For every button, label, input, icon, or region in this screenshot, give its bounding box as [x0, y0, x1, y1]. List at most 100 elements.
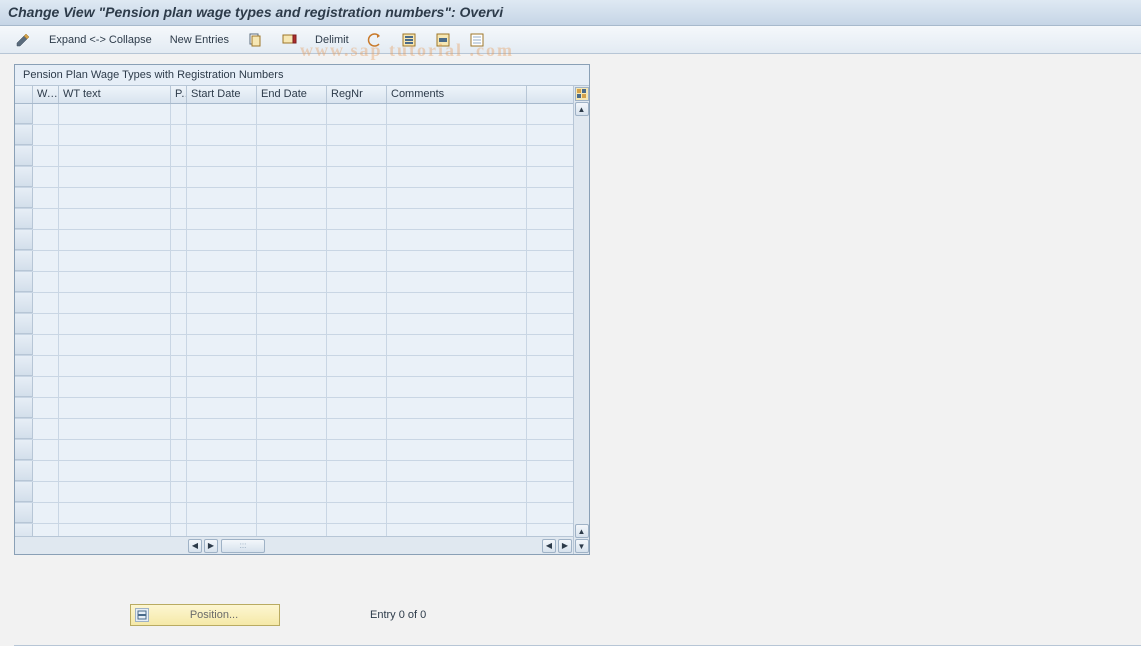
cell-p[interactable] — [171, 482, 187, 502]
cell-w[interactable] — [33, 524, 59, 536]
row-selector[interactable] — [15, 419, 33, 439]
row-selector[interactable] — [15, 230, 33, 250]
cell-comments[interactable] — [387, 482, 527, 502]
cell-wt-text[interactable] — [59, 482, 171, 502]
cell-wt-text[interactable] — [59, 167, 171, 187]
cell-p[interactable] — [171, 524, 187, 536]
cell-w[interactable] — [33, 188, 59, 208]
row-selector[interactable] — [15, 356, 33, 376]
cell-w[interactable] — [33, 230, 59, 250]
vscroll-up-button[interactable]: ▲ — [575, 102, 589, 116]
cell-p[interactable] — [171, 209, 187, 229]
row-selector[interactable] — [15, 524, 33, 536]
cell-start-date[interactable] — [187, 146, 257, 166]
vscroll-up2-button[interactable]: ▲ — [575, 524, 589, 538]
row-selector[interactable] — [15, 503, 33, 523]
cell-wt-text[interactable] — [59, 188, 171, 208]
cell-start-date[interactable] — [187, 104, 257, 124]
cell-wt-text[interactable] — [59, 251, 171, 271]
cell-wt-text[interactable] — [59, 335, 171, 355]
cell-start-date[interactable] — [187, 314, 257, 334]
cell-end-date[interactable] — [257, 125, 327, 145]
column-header-regnr[interactable]: RegNr — [327, 86, 387, 103]
row-selector[interactable] — [15, 482, 33, 502]
cell-p[interactable] — [171, 104, 187, 124]
cell-start-date[interactable] — [187, 230, 257, 250]
hscroll-left-button[interactable]: ◀ — [188, 539, 202, 553]
cell-regnr[interactable] — [327, 125, 387, 145]
cell-p[interactable] — [171, 503, 187, 523]
cell-end-date[interactable] — [257, 104, 327, 124]
cell-p[interactable] — [171, 440, 187, 460]
cell-w[interactable] — [33, 104, 59, 124]
row-selector-header[interactable] — [15, 86, 33, 103]
cell-p[interactable] — [171, 461, 187, 481]
cell-p[interactable] — [171, 188, 187, 208]
cell-regnr[interactable] — [327, 335, 387, 355]
delete-button[interactable] — [274, 29, 304, 51]
cell-regnr[interactable] — [327, 146, 387, 166]
cell-w[interactable] — [33, 335, 59, 355]
row-selector[interactable] — [15, 251, 33, 271]
row-selector[interactable] — [15, 335, 33, 355]
cell-regnr[interactable] — [327, 104, 387, 124]
cell-wt-text[interactable] — [59, 356, 171, 376]
cell-start-date[interactable] — [187, 209, 257, 229]
cell-regnr[interactable] — [327, 440, 387, 460]
cell-regnr[interactable] — [327, 272, 387, 292]
cell-start-date[interactable] — [187, 251, 257, 271]
undo-button[interactable] — [360, 29, 390, 51]
cell-end-date[interactable] — [257, 335, 327, 355]
cell-w[interactable] — [33, 461, 59, 481]
copy-as-button[interactable] — [240, 29, 270, 51]
cell-end-date[interactable] — [257, 146, 327, 166]
cell-regnr[interactable] — [327, 209, 387, 229]
cell-w[interactable] — [33, 314, 59, 334]
row-selector[interactable] — [15, 146, 33, 166]
cell-p[interactable] — [171, 419, 187, 439]
cell-comments[interactable] — [387, 314, 527, 334]
cell-p[interactable] — [171, 314, 187, 334]
cell-w[interactable] — [33, 251, 59, 271]
cell-p[interactable] — [171, 293, 187, 313]
row-selector[interactable] — [15, 209, 33, 229]
cell-p[interactable] — [171, 146, 187, 166]
cell-regnr[interactable] — [327, 356, 387, 376]
cell-end-date[interactable] — [257, 314, 327, 334]
cell-wt-text[interactable] — [59, 377, 171, 397]
cell-comments[interactable] — [387, 377, 527, 397]
cell-w[interactable] — [33, 398, 59, 418]
column-header-end-date[interactable]: End Date — [257, 86, 327, 103]
expand-collapse-button[interactable]: Expand <-> Collapse — [42, 31, 159, 49]
cell-regnr[interactable] — [327, 503, 387, 523]
cell-w[interactable] — [33, 167, 59, 187]
cell-end-date[interactable] — [257, 419, 327, 439]
cell-start-date[interactable] — [187, 503, 257, 523]
cell-end-date[interactable] — [257, 377, 327, 397]
cell-start-date[interactable] — [187, 482, 257, 502]
cell-comments[interactable] — [387, 230, 527, 250]
row-selector[interactable] — [15, 167, 33, 187]
cell-regnr[interactable] — [327, 188, 387, 208]
row-selector[interactable] — [15, 314, 33, 334]
select-block-button[interactable] — [428, 29, 458, 51]
cell-wt-text[interactable] — [59, 440, 171, 460]
select-all-button[interactable] — [394, 29, 424, 51]
cell-end-date[interactable] — [257, 524, 327, 536]
cell-end-date[interactable] — [257, 188, 327, 208]
cell-regnr[interactable] — [327, 461, 387, 481]
cell-comments[interactable] — [387, 419, 527, 439]
cell-wt-text[interactable] — [59, 524, 171, 536]
cell-p[interactable] — [171, 272, 187, 292]
cell-regnr[interactable] — [327, 377, 387, 397]
cell-comments[interactable] — [387, 440, 527, 460]
cell-w[interactable] — [33, 209, 59, 229]
cell-w[interactable] — [33, 503, 59, 523]
cell-start-date[interactable] — [187, 272, 257, 292]
cell-end-date[interactable] — [257, 272, 327, 292]
cell-start-date[interactable] — [187, 440, 257, 460]
new-entries-button[interactable]: New Entries — [163, 31, 236, 49]
hscroll-thumb[interactable]: ::: — [221, 539, 265, 553]
cell-comments[interactable] — [387, 146, 527, 166]
cell-comments[interactable] — [387, 461, 527, 481]
